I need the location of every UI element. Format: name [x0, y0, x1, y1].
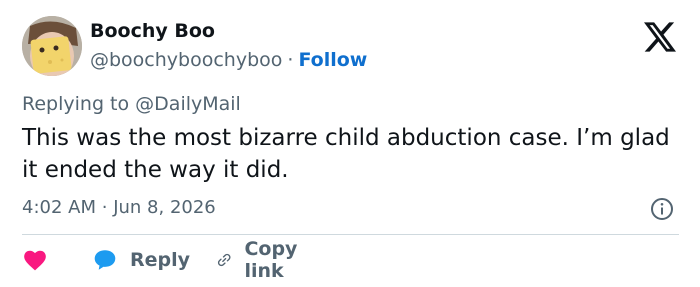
like-button[interactable] [22, 246, 48, 274]
reply-mention-link[interactable]: @DailyMail [135, 93, 241, 115]
author-name[interactable]: Boochy Boo [90, 20, 215, 42]
timestamp-separator: · [101, 197, 108, 218]
avatar-image [22, 16, 82, 76]
divider [22, 234, 679, 235]
replying-to-label: Replying to [22, 93, 130, 115]
reply-label: Reply [130, 249, 191, 271]
copy-link-button[interactable]: Copy link [216, 238, 307, 282]
separator-dot: · [287, 49, 294, 71]
tweet-date: Jun 8, 2026 [113, 197, 216, 218]
replying-to: Replying to @DailyMail [22, 93, 241, 115]
tweet-text: This was the most bizarre child abductio… [22, 125, 670, 183]
follow-button[interactable]: Follow [298, 49, 367, 71]
tweet-timestamp[interactable]: 4:02 AM · Jun 8, 2026 [22, 197, 216, 218]
info-icon[interactable] [650, 197, 674, 221]
speech-bubble-icon [94, 250, 116, 270]
link-icon [217, 253, 231, 267]
reply-button[interactable]: Reply [92, 246, 190, 274]
author-handle-row: @boochyboochyboo · Follow [90, 49, 367, 71]
tweet-card: Boochy Boo @boochyboochyboo · Follow Reply… [0, 0, 700, 287]
tweet-time: 4:02 AM [22, 197, 96, 218]
copy-link-label: Copy link [244, 238, 298, 282]
author-handle[interactable]: @boochyboochyboo [90, 49, 282, 71]
avatar[interactable] [22, 16, 82, 76]
x-logo-icon[interactable] [644, 22, 676, 52]
heart-icon [24, 250, 46, 271]
